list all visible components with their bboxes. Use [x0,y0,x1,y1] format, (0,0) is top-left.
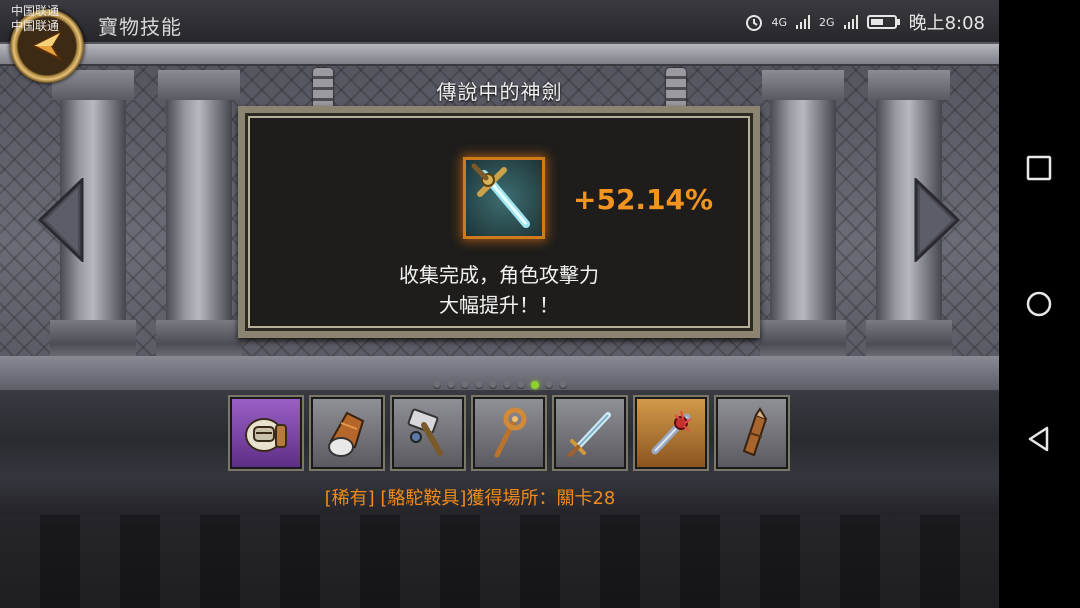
header-trim [0,44,999,66]
page-indicator [0,374,999,393]
page-dot-active[interactable] [530,381,539,389]
home-button[interactable] [1025,290,1053,318]
page-dot[interactable] [460,381,469,389]
status-bar: 4G 2G 晚上8:08 [744,9,985,35]
treasure-slot[interactable] [471,395,547,471]
legendary-sword-icon [463,157,545,239]
signal-icon [843,15,858,29]
next-arrow-button[interactable] [912,178,962,262]
treasure-slot[interactable] [228,395,304,471]
back-nav-button[interactable] [1025,425,1053,453]
page-dot[interactable] [474,381,483,389]
previous-arrow-button[interactable] [36,178,86,262]
signal-icon [796,15,811,29]
treasure-list [228,395,790,471]
pillar [760,70,846,380]
saddle-icon [245,418,287,452]
alarm-icon [745,15,762,31]
quiver-icon [742,407,768,457]
spiked-sword-icon [651,410,692,455]
page-dot[interactable] [558,381,567,389]
treasure-slot[interactable] [552,395,628,471]
carrier-label: 中国联通 [11,4,60,18]
treasure-slot-selected[interactable] [633,395,709,471]
network-type-label: 4G [771,15,788,29]
network-type-label: 2G [819,15,835,29]
collection-description: 大幅提升！！ [439,293,559,317]
carrier-label: 中国联通 [11,19,60,33]
panel-title: 傳說中的神劍 [436,80,563,104]
sword-icon [568,412,611,457]
page-title: 寶物技能 [98,15,182,39]
carrier-info: 中国联通 中国联通 [11,4,59,34]
game-screen: 寶物技能 中国联通 中国联通 4G 2G 晚上8:08 傳說中的神劍 +52.1… [0,0,999,608]
page-dot[interactable] [446,381,455,389]
checkered-floor [0,515,999,608]
clock: 晚上8:08 [908,13,985,34]
back-arrow-icon [31,30,63,62]
recent-apps-button[interactable] [1025,154,1053,182]
treasure-slot[interactable] [309,395,385,471]
gauntlet-icon [328,411,365,457]
page-dot[interactable] [488,381,497,389]
page-dot[interactable] [516,381,525,389]
hammer-icon [407,408,443,456]
staff-icon [494,407,527,458]
pillar [156,70,242,380]
treasure-slot[interactable] [390,395,466,471]
attack-bonus: +52.14% [573,183,714,216]
page-dot[interactable] [544,381,553,389]
battery-icon [866,15,900,29]
treasure-slot[interactable] [714,395,790,471]
page-dot[interactable] [432,381,441,389]
page-dot[interactable] [502,381,511,389]
collection-description: 收集完成，角色攻擊力 [399,263,599,287]
treasure-panel: +52.14% 收集完成，角色攻擊力 大幅提升！！ [238,106,760,338]
item-caption: [稀有] [駱駝鞍具]獲得場所：關卡28 [324,488,616,509]
android-nav-bar [999,0,1080,608]
